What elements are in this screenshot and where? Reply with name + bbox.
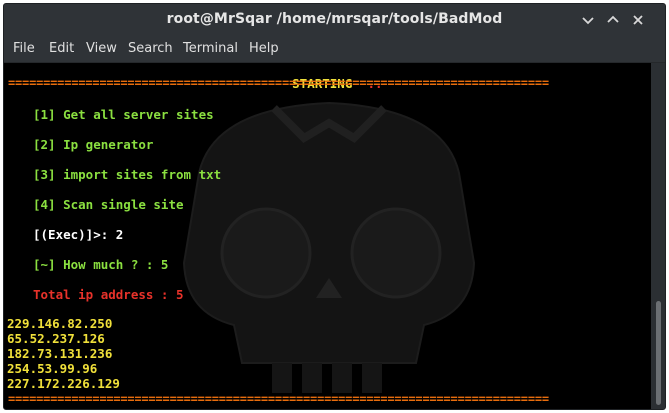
how-much-prompt: [~] How much ? : 5 bbox=[33, 257, 169, 272]
option-2: [2] Ip generator bbox=[33, 137, 154, 152]
terminal-window: root@MrSqar /home/mrsqar/tools/BadMod Fi… bbox=[3, 3, 666, 410]
ip-line-1: 229.146.82.250 bbox=[7, 316, 113, 331]
rule-bottom: ========================================… bbox=[8, 392, 549, 406]
menu-search[interactable]: Search bbox=[128, 41, 173, 56]
close-icon[interactable] bbox=[631, 13, 645, 27]
window-title: root@MrSqar /home/mrsqar/tools/BadMod bbox=[166, 11, 503, 27]
vertical-scrollbar[interactable] bbox=[651, 63, 665, 409]
ip-line-3: 182.73.131.236 bbox=[7, 346, 113, 361]
exec-prompt: [(Exec)]>: 2 bbox=[33, 227, 124, 242]
chevron-up-icon[interactable] bbox=[606, 13, 620, 27]
menu-bar: File Edit View Search Terminal Help bbox=[4, 35, 665, 63]
ip-line-4: 254.53.99.96 bbox=[7, 361, 98, 376]
total-ip-line: Total ip address : 5 bbox=[33, 287, 184, 302]
terminal-output[interactable]: STARTING .. ============================… bbox=[4, 63, 651, 409]
menu-view[interactable]: View bbox=[86, 41, 117, 56]
rule-top: ========================================… bbox=[8, 76, 549, 90]
ip-line-5: 227.172.226.129 bbox=[7, 376, 120, 391]
scrollbar-thumb[interactable] bbox=[656, 301, 661, 405]
menu-help[interactable]: Help bbox=[249, 41, 279, 56]
option-4: [4] Scan single site bbox=[33, 197, 184, 212]
chevron-down-icon[interactable] bbox=[581, 13, 595, 27]
menu-edit[interactable]: Edit bbox=[49, 41, 74, 56]
title-bar[interactable]: root@MrSqar /home/mrsqar/tools/BadMod bbox=[4, 4, 665, 35]
menu-file[interactable]: File bbox=[13, 41, 35, 56]
option-3: [3] import sites from txt bbox=[33, 167, 222, 182]
menu-terminal[interactable]: Terminal bbox=[183, 41, 238, 56]
ip-line-2: 65.52.237.126 bbox=[7, 331, 105, 346]
option-1: [1] Get all server sites bbox=[33, 107, 214, 122]
